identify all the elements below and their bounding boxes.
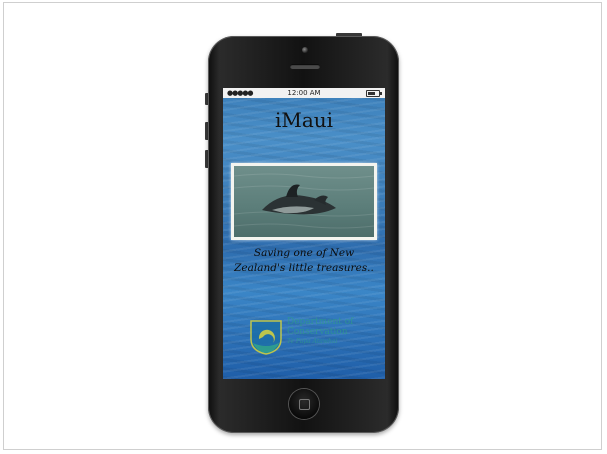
status-bar: ●●●●● 12:00 AM [223,88,385,98]
logo-line-department: Department of [287,317,354,327]
home-square-icon [299,399,310,410]
doc-logo: Department of Conservation Te Papa Atawh… [249,317,359,357]
logo-line-conservation: Conservation [287,327,348,337]
phone-screen: ●●●●● 12:00 AM iMaui Saving one of New Z… [223,88,385,379]
earpiece-speaker [290,64,320,69]
conservation-logo-icon [250,320,282,355]
app-tagline: Saving one of New Zealand's little treas… [234,247,374,274]
home-button[interactable] [289,389,319,419]
battery-icon [366,90,382,97]
app-title: iMaui [274,108,334,132]
dolphin-image-icon [234,173,374,229]
status-time: 12:00 AM [287,89,321,97]
logo-line-maori: Te Papa Atawhai [287,338,338,345]
dolphin-photo [231,163,377,240]
front-camera-icon [302,47,308,53]
